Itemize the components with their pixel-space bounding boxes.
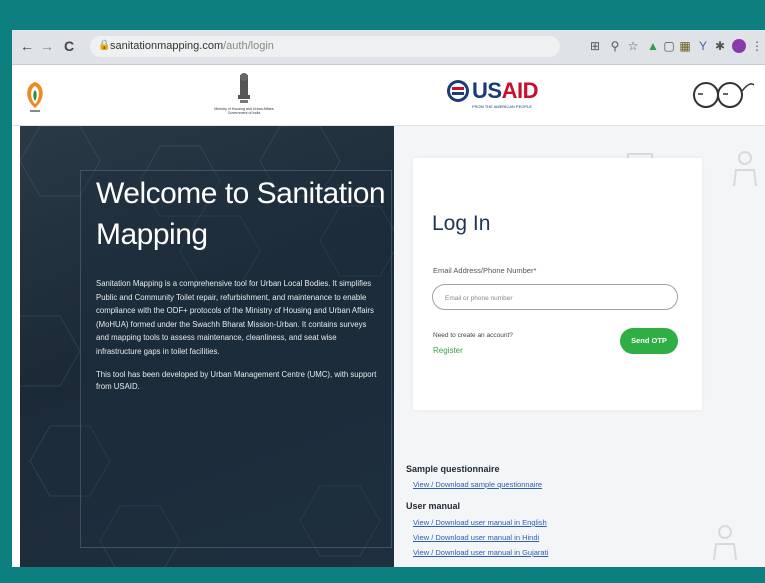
zoom-icon[interactable]: ⚲ [608,38,622,54]
url-path: /auth/login [223,40,274,52]
address-bar[interactable]: 🔒 sanitationmapping.com/auth/login [90,36,560,57]
email-phone-field[interactable] [432,284,678,311]
swachh-bharat-logo-icon [27,82,43,112]
person-illustration-icon [713,525,737,561]
email-phone-input[interactable] [443,285,667,311]
frame-border-bottom [0,567,765,583]
frame-border-left [0,0,12,583]
usaid-wordmark: USAID [472,78,538,104]
forward-button[interactable]: → [40,38,54,54]
url-text[interactable]: sanitationmapping.com/auth/login [110,40,274,52]
swachh-bharat-mission-logo [684,75,755,121]
national-emblem-icon [238,73,250,103]
gandhi-glasses-icon [693,82,755,108]
extension-icon[interactable]: Y [696,38,710,54]
extension-icon[interactable]: ▲ [646,38,660,54]
usaid-us: US [472,78,502,103]
ministry-emblem: Ministry of Housing and Urban Affairs Go… [209,71,279,121]
field-label: Email Address/Phone Number* [433,266,537,275]
sample-questionnaire-link[interactable]: View / Download sample questionnaire [413,480,542,489]
extension-icon[interactable]: ▢ [662,38,676,54]
user-manual-english-link[interactable]: View / Download user manual in English [413,518,547,527]
usaid-tagline: FROM THE AMERICAN PEOPLE [472,104,532,109]
reload-button[interactable]: C [62,38,76,54]
url-host: sanitationmapping.com [110,40,224,52]
person-illustration-icon [733,151,757,187]
sample-questionnaire-heading: Sample questionnaire [406,464,500,474]
screenshot-frame: ← → C 🔒 sanitationmapping.com/auth/login… [0,0,765,583]
menu-icon[interactable]: ⋮ [750,38,764,54]
user-manual-gujarati-link[interactable]: View / Download user manual in Gujarati [413,548,548,557]
need-account-text: Need to create an account? [433,332,513,339]
browser-window: ← → C 🔒 sanitationmapping.com/auth/login… [12,30,765,567]
hero-title: Welcome to Sanitation Mapping [96,177,386,251]
usaid-seal-icon [447,80,469,102]
user-manual-heading: User manual [406,501,461,511]
lock-icon: 🔒 [98,40,111,51]
extension-icon[interactable]: ▦ [678,38,692,54]
hero-description: Sanitation Mapping is a comprehensive to… [96,279,374,356]
qr-icon[interactable]: ⊞ [588,38,602,54]
ministry-caption: Ministry of Housing and Urban Affairs Go… [214,107,274,115]
hero-support-note: This tool has been developed by Urban Ma… [96,370,377,391]
login-title: Log In [432,212,491,235]
usaid-aid: AID [501,78,539,103]
user-manual-hindi-link[interactable]: View / Download user manual in Hindi [413,533,539,542]
extension-icon[interactable]: ✱ [713,38,727,54]
browser-toolbar: ← → C 🔒 sanitationmapping.com/auth/login… [12,30,765,65]
profile-avatar[interactable] [732,39,746,53]
star-icon[interactable]: ☆ [626,38,640,54]
usaid-logo: USAID FROM THE AMERICAN PEOPLE [446,77,556,117]
send-otp-button[interactable]: Send OTP [620,328,678,354]
register-link[interactable]: Register [433,346,463,355]
back-button[interactable]: ← [20,38,34,54]
frame-border-top [0,0,765,30]
logo-header: Ministry of Housing and Urban Affairs Go… [12,65,765,126]
